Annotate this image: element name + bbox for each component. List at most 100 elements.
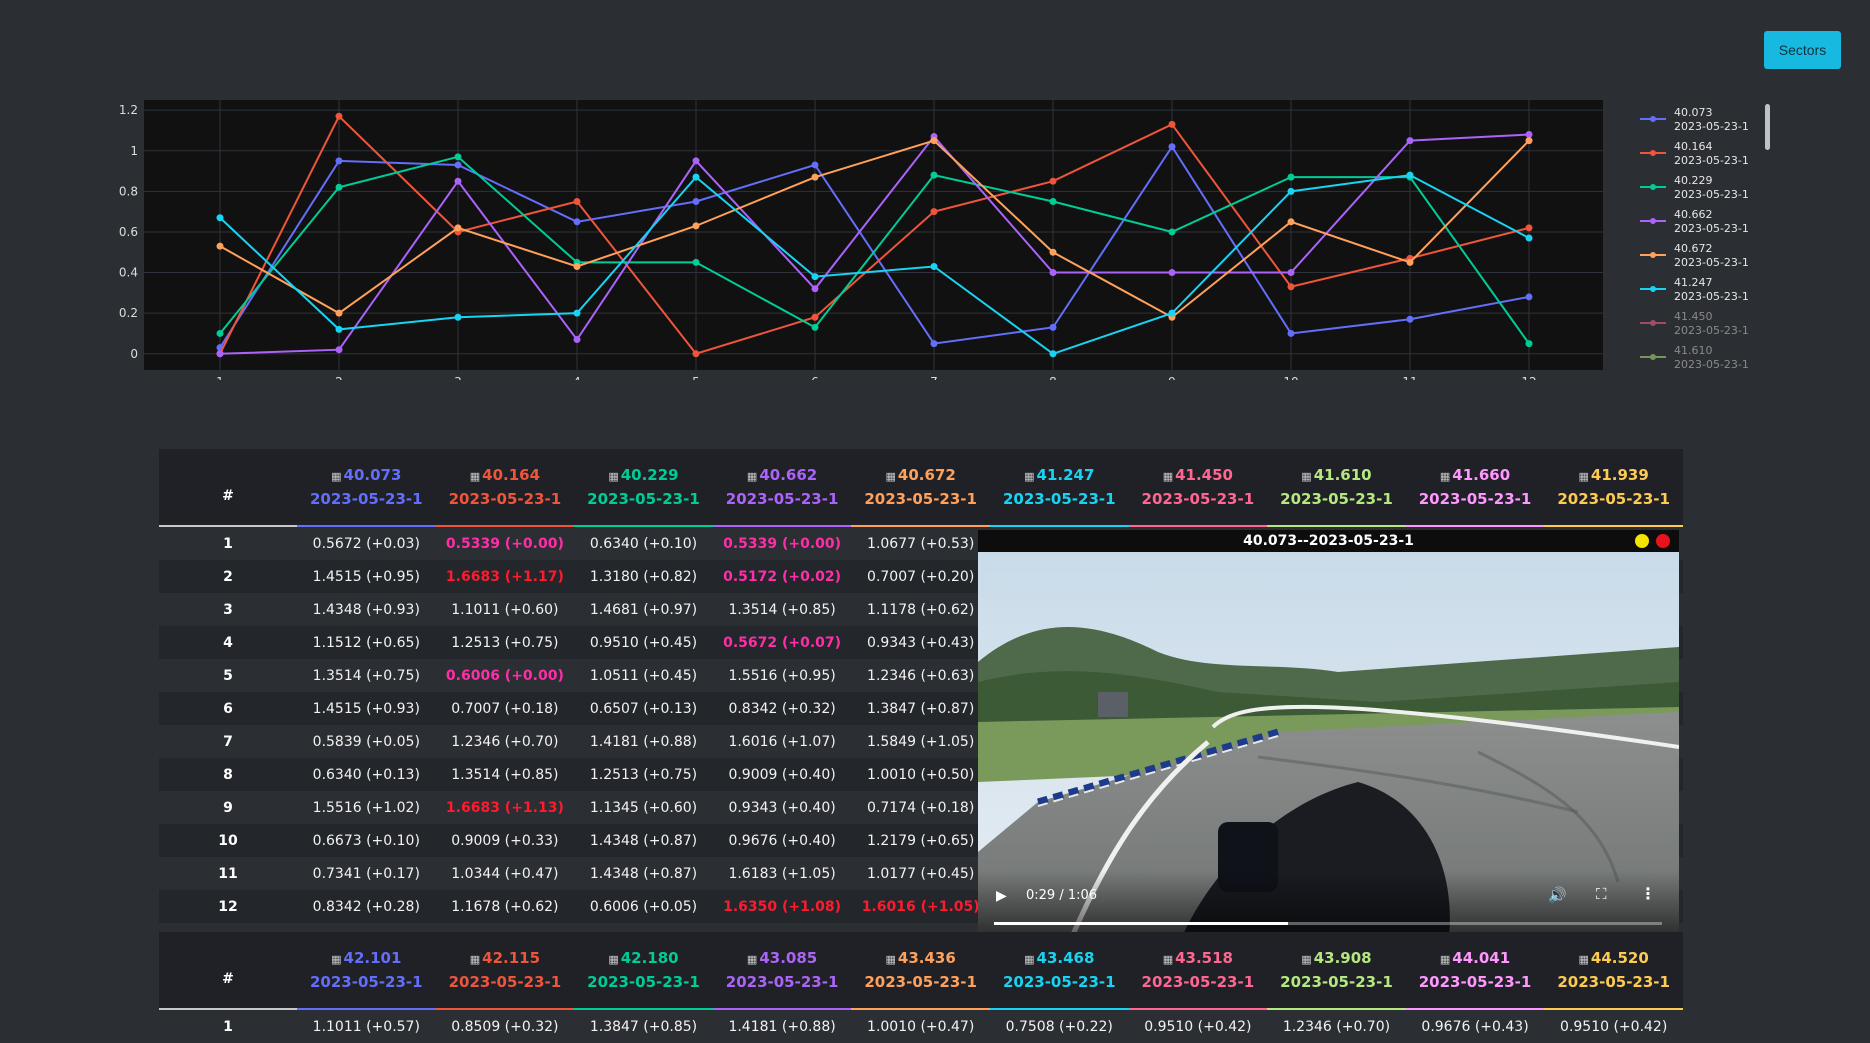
column-header-lap[interactable]: ▦ 43.436 2023-05-23-1 bbox=[851, 932, 990, 1010]
data-point[interactable] bbox=[1168, 143, 1176, 151]
play-icon[interactable]: ▶ bbox=[996, 888, 1007, 904]
data-point[interactable] bbox=[216, 242, 224, 250]
volume-icon[interactable]: 🔊 bbox=[1548, 886, 1567, 904]
data-point[interactable] bbox=[573, 218, 581, 226]
data-point[interactable] bbox=[1049, 248, 1057, 256]
data-point[interactable] bbox=[573, 309, 581, 317]
data-point[interactable] bbox=[811, 323, 819, 331]
column-header-lap[interactable]: ▦ 40.073 2023-05-23-1 bbox=[297, 449, 436, 527]
data-point[interactable] bbox=[1049, 269, 1057, 277]
legend-scrollbar[interactable] bbox=[1765, 104, 1770, 150]
data-point[interactable] bbox=[1287, 283, 1295, 291]
data-point[interactable] bbox=[1287, 187, 1295, 195]
data-point[interactable] bbox=[811, 173, 819, 181]
data-point[interactable] bbox=[1287, 269, 1295, 277]
data-point[interactable] bbox=[335, 112, 343, 120]
data-point[interactable] bbox=[573, 262, 581, 270]
data-point[interactable] bbox=[811, 313, 819, 321]
data-point[interactable] bbox=[1525, 131, 1533, 139]
data-point[interactable] bbox=[811, 285, 819, 293]
column-header-lap[interactable]: ▦ 43.908 2023-05-23-1 bbox=[1267, 932, 1406, 1010]
data-point[interactable] bbox=[692, 157, 700, 165]
data-point[interactable] bbox=[930, 208, 938, 216]
data-point[interactable] bbox=[454, 224, 462, 232]
legend-item[interactable]: 40.073 2023-05-23-1 bbox=[1638, 104, 1768, 138]
data-point[interactable] bbox=[692, 350, 700, 358]
column-header-lap[interactable]: ▦ 40.662 2023-05-23-1 bbox=[712, 449, 852, 527]
data-point[interactable] bbox=[1287, 218, 1295, 226]
column-header-lap[interactable]: ▦ 41.450 2023-05-23-1 bbox=[1128, 449, 1268, 527]
data-point[interactable] bbox=[454, 313, 462, 321]
data-point[interactable] bbox=[1406, 171, 1414, 179]
data-point[interactable] bbox=[1525, 293, 1533, 301]
data-point[interactable] bbox=[692, 173, 700, 181]
legend-item[interactable]: 41.450 2023-05-23-1 bbox=[1638, 308, 1768, 342]
column-header-lap[interactable]: ▦ 41.610 2023-05-23-1 bbox=[1267, 449, 1406, 527]
column-header-lap[interactable]: ▦ 43.085 2023-05-23-1 bbox=[712, 932, 852, 1010]
legend-item[interactable]: 40.229 2023-05-23-1 bbox=[1638, 172, 1768, 206]
data-point[interactable] bbox=[216, 214, 224, 222]
data-point[interactable] bbox=[1406, 315, 1414, 323]
data-point[interactable] bbox=[454, 161, 462, 169]
data-point[interactable] bbox=[1525, 340, 1533, 348]
column-header-lap[interactable]: ▦ 40.672 2023-05-23-1 bbox=[851, 449, 990, 527]
video-progress-bar[interactable] bbox=[994, 922, 1662, 925]
data-point[interactable] bbox=[1287, 329, 1295, 337]
data-point[interactable] bbox=[930, 262, 938, 270]
more-options-icon[interactable]: ⋮ bbox=[1640, 884, 1656, 903]
data-point[interactable] bbox=[811, 161, 819, 169]
data-point[interactable] bbox=[1168, 309, 1176, 317]
column-header-lap[interactable]: ▦ 42.101 2023-05-23-1 bbox=[297, 932, 436, 1010]
column-header-lap[interactable]: ▦ 43.468 2023-05-23-1 bbox=[989, 932, 1129, 1010]
data-point[interactable] bbox=[930, 171, 938, 179]
data-point[interactable] bbox=[930, 137, 938, 145]
data-point[interactable] bbox=[692, 198, 700, 206]
legend-item[interactable]: 40.672 2023-05-23-1 bbox=[1638, 240, 1768, 274]
legend-item[interactable]: 41.610 2023-05-23-1 bbox=[1638, 342, 1768, 369]
data-point[interactable] bbox=[335, 346, 343, 354]
data-point[interactable] bbox=[216, 329, 224, 337]
data-point[interactable] bbox=[1525, 224, 1533, 232]
data-point[interactable] bbox=[930, 340, 938, 348]
legend-item[interactable]: 40.164 2023-05-23-1 bbox=[1638, 138, 1768, 172]
data-point[interactable] bbox=[1406, 258, 1414, 266]
column-header-lap[interactable]: ▦ 43.518 2023-05-23-1 bbox=[1128, 932, 1268, 1010]
column-header-lap[interactable]: ▦ 44.520 2023-05-23-1 bbox=[1544, 932, 1683, 1010]
data-point[interactable] bbox=[454, 153, 462, 161]
data-point[interactable] bbox=[1049, 323, 1057, 331]
column-header-lap[interactable]: ▦ 40.229 2023-05-23-1 bbox=[574, 449, 713, 527]
data-point[interactable] bbox=[1406, 137, 1414, 145]
data-point[interactable] bbox=[1049, 177, 1057, 185]
column-header-lap[interactable]: ▦ 40.164 2023-05-23-1 bbox=[435, 449, 575, 527]
data-point[interactable] bbox=[216, 350, 224, 358]
column-header-lap[interactable]: ▦ 41.939 2023-05-23-1 bbox=[1544, 449, 1683, 527]
data-point[interactable] bbox=[1049, 350, 1057, 358]
data-point[interactable] bbox=[1168, 120, 1176, 128]
data-point[interactable] bbox=[335, 157, 343, 165]
data-point[interactable] bbox=[573, 198, 581, 206]
column-header-lap[interactable]: ▦ 44.041 2023-05-23-1 bbox=[1405, 932, 1545, 1010]
column-header-lap[interactable]: ▦ 42.115 2023-05-23-1 bbox=[435, 932, 575, 1010]
data-point[interactable] bbox=[335, 309, 343, 317]
data-point[interactable] bbox=[1168, 228, 1176, 236]
data-point[interactable] bbox=[1049, 198, 1057, 206]
data-point[interactable] bbox=[1287, 173, 1295, 181]
close-button[interactable] bbox=[1656, 534, 1670, 548]
data-point[interactable] bbox=[811, 273, 819, 281]
data-point[interactable] bbox=[692, 258, 700, 266]
column-header-lap[interactable]: ▦ 42.180 2023-05-23-1 bbox=[574, 932, 713, 1010]
data-point[interactable] bbox=[1525, 137, 1533, 145]
fullscreen-icon[interactable]: ⛶ bbox=[1596, 885, 1607, 903]
legend-item[interactable]: 40.662 2023-05-23-1 bbox=[1638, 206, 1768, 240]
column-header-lap[interactable]: ▦ 41.660 2023-05-23-1 bbox=[1405, 449, 1545, 527]
minimize-button[interactable] bbox=[1635, 534, 1649, 548]
data-point[interactable] bbox=[1168, 269, 1176, 277]
column-header-lap[interactable]: ▦ 41.247 2023-05-23-1 bbox=[989, 449, 1129, 527]
legend-item[interactable]: 41.247 2023-05-23-1 bbox=[1638, 274, 1768, 308]
data-point[interactable] bbox=[1525, 234, 1533, 242]
data-point[interactable] bbox=[454, 177, 462, 185]
data-point[interactable] bbox=[573, 336, 581, 344]
data-point[interactable] bbox=[335, 325, 343, 333]
video-player[interactable]: 40.073--2023-05-23-1 ▶ 0:29 / 1:06 🔊 ⛶ ⋮ bbox=[978, 530, 1679, 946]
data-point[interactable] bbox=[692, 222, 700, 230]
